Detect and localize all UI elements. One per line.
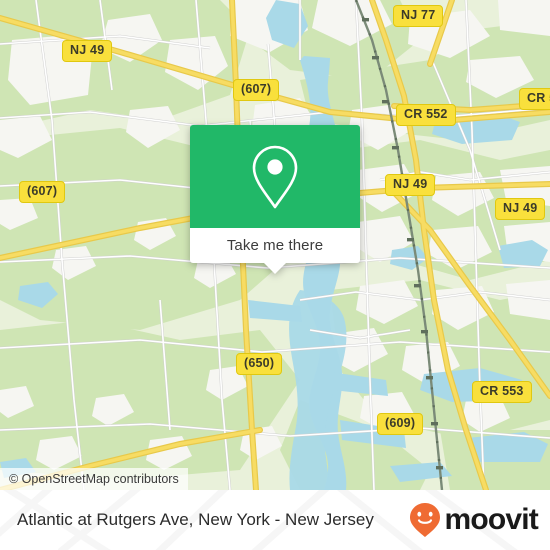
map-pin-icon (252, 145, 298, 208)
map-canvas[interactable]: NJ 77 NJ 49 CR 552 CR 5 (607) NJ 49 NJ 49 (607)… (0, 0, 550, 490)
location-title-text: Atlantic at Rutgers Ave, New York - New … (17, 510, 374, 529)
popup-card-tail (264, 263, 286, 274)
road-shield-rt-607-b: (607) (19, 181, 66, 203)
destination-popup-card[interactable]: Take me there (190, 125, 360, 274)
road-shield-rt-650: (650) (236, 353, 283, 375)
road-shield-cr-553: CR 553 (472, 381, 532, 403)
map-attribution[interactable]: © OpenStreetMap contributors (0, 468, 188, 490)
take-me-there-label: Take me there (226, 237, 324, 254)
road-shield-cr-5: CR 5 (519, 88, 550, 110)
road-shield-nj-49-b: NJ 49 (385, 174, 436, 196)
popup-card-header (190, 125, 360, 228)
location-title: Atlantic at Rutgers Ave, New York - New … (17, 490, 374, 550)
road-shield-rt-609: (609) (377, 413, 424, 435)
road-shield-nj-49-a: NJ 49 (62, 40, 113, 62)
road-shield-cr-552: CR 552 (396, 104, 456, 126)
moovit-pin-icon (410, 503, 441, 537)
attribution-text: © OpenStreetMap contributors (9, 472, 179, 486)
footer-bar: Atlantic at Rutgers Ave, New York - New … (0, 490, 550, 550)
moovit-map-page: NJ 77 NJ 49 CR 552 CR 5 (607) NJ 49 NJ 49 (607)… (0, 0, 550, 550)
road-shield-nj-49-c: NJ 49 (495, 198, 546, 220)
road-shield-rt-607-a: (607) (233, 79, 280, 101)
popup-card-footer[interactable]: Take me there (190, 228, 360, 274)
road-shield-nj-77: NJ 77 (393, 5, 444, 27)
moovit-wordmark: moovit (444, 503, 538, 536)
moovit-logo[interactable]: moovit (408, 490, 539, 550)
